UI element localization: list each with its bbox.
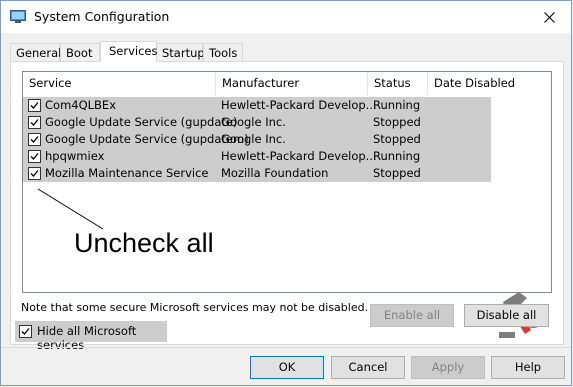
help-button[interactable]: Help — [491, 356, 565, 379]
system-configuration-window: System Configuration General Boot Servic… — [0, 0, 572, 386]
checkmark-icon — [21, 328, 30, 335]
tab-label: General — [16, 46, 62, 60]
button-label: OK — [278, 360, 296, 374]
tab-label: Startup — [162, 46, 205, 60]
hide-microsoft-services-checkbox[interactable] — [19, 325, 32, 338]
close-button[interactable] — [527, 1, 571, 33]
enable-all-button[interactable]: Enable all — [370, 304, 454, 327]
hide-microsoft-services-option[interactable]: Hide all Microsoft services — [15, 321, 167, 352]
tab-boot[interactable]: Boot — [60, 43, 100, 61]
title-bar: System Configuration — [1, 1, 571, 33]
button-label: Apply — [431, 360, 465, 374]
tab-label: Tools — [209, 46, 238, 60]
cancel-button[interactable]: Cancel — [331, 356, 405, 379]
button-label: Enable all — [383, 308, 441, 322]
annotation-pointer-line — [37, 188, 104, 230]
button-label: Help — [514, 360, 542, 374]
msconfig-app-icon — [10, 10, 26, 23]
services-list[interactable]: Service Manufacturer Status Date Disable… — [22, 71, 552, 293]
button-label: Cancel — [348, 360, 388, 374]
tab-services[interactable]: Services — [100, 41, 158, 62]
apply-button[interactable]: Apply — [411, 356, 485, 379]
tab-general[interactable]: General — [10, 43, 62, 61]
note-text: Note that some secure Microsoft services… — [21, 301, 369, 314]
close-icon — [543, 11, 555, 23]
window-title: System Configuration — [34, 9, 170, 24]
button-label: Disable all — [476, 308, 537, 322]
tab-label: Services — [109, 44, 158, 58]
footer-divider — [1, 347, 571, 348]
disable-all-button[interactable]: Disable all — [464, 304, 549, 327]
tab-label: Boot — [66, 46, 93, 60]
tab-startup[interactable]: Startup — [156, 43, 205, 61]
tab-tools[interactable]: Tools — [203, 43, 243, 61]
ok-button[interactable]: OK — [250, 356, 324, 379]
annotation-text: Uncheck all — [74, 228, 214, 258]
